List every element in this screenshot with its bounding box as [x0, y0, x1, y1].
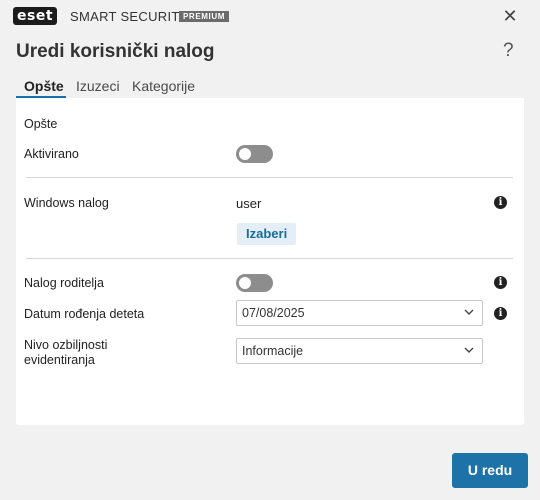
- divider: [26, 177, 513, 178]
- logging-severity-label-line2: evidentiranja: [24, 353, 95, 367]
- parent-account-label: Nalog roditelja: [24, 276, 104, 290]
- tab-bar: Opšte Izuzeci Kategorije: [16, 72, 524, 99]
- toggle-knob: [239, 148, 251, 160]
- windows-account-value: user: [236, 196, 262, 211]
- chevron-down-icon: [464, 309, 474, 315]
- chevron-down-icon: [464, 347, 474, 353]
- eset-logo: eset: [13, 7, 58, 25]
- info-icon[interactable]: i: [494, 276, 507, 289]
- logging-severity-label-line1: Nivo ozbiljnosti: [24, 338, 108, 352]
- child-birthdate-select[interactable]: 07/08/2025: [236, 300, 483, 326]
- product-name: SMART SECURITY: [70, 9, 189, 24]
- child-birthdate-label: Datum rođenja deteta: [24, 307, 145, 321]
- info-icon[interactable]: i: [494, 307, 507, 320]
- info-icon[interactable]: i: [494, 196, 507, 209]
- title-bar: eset SMART SECURITY PREMIUM ✕: [0, 0, 540, 34]
- enabled-toggle[interactable]: [236, 145, 273, 163]
- close-icon: ✕: [502, 6, 518, 26]
- logging-severity-value: Informacije: [242, 344, 304, 358]
- logging-severity-select[interactable]: Informacije: [236, 338, 483, 364]
- settings-panel: Opšte Aktivirano Windows nalog user i Iz…: [16, 98, 524, 425]
- tab-categories[interactable]: Kategorije: [132, 78, 195, 94]
- child-birthdate-value: 07/08/2025: [242, 306, 305, 320]
- help-icon[interactable]: ?: [503, 40, 514, 62]
- parent-account-toggle[interactable]: [236, 274, 273, 292]
- enabled-label: Aktivirano: [24, 147, 79, 161]
- choose-button[interactable]: Izaberi: [237, 223, 297, 245]
- divider: [26, 258, 513, 259]
- tab-exceptions[interactable]: Izuzeci: [76, 78, 120, 94]
- edition-badge: PREMIUM: [179, 11, 229, 22]
- close-button[interactable]: ✕: [500, 6, 520, 26]
- windows-account-label: Windows nalog: [24, 196, 109, 210]
- section-title: Opšte: [24, 117, 58, 131]
- toggle-knob: [239, 277, 251, 289]
- ok-button[interactable]: U redu: [452, 453, 528, 488]
- page-title: Uredi korisnički nalog: [16, 41, 215, 62]
- logo-text: eset: [13, 7, 58, 25]
- tab-general[interactable]: Opšte: [24, 78, 64, 94]
